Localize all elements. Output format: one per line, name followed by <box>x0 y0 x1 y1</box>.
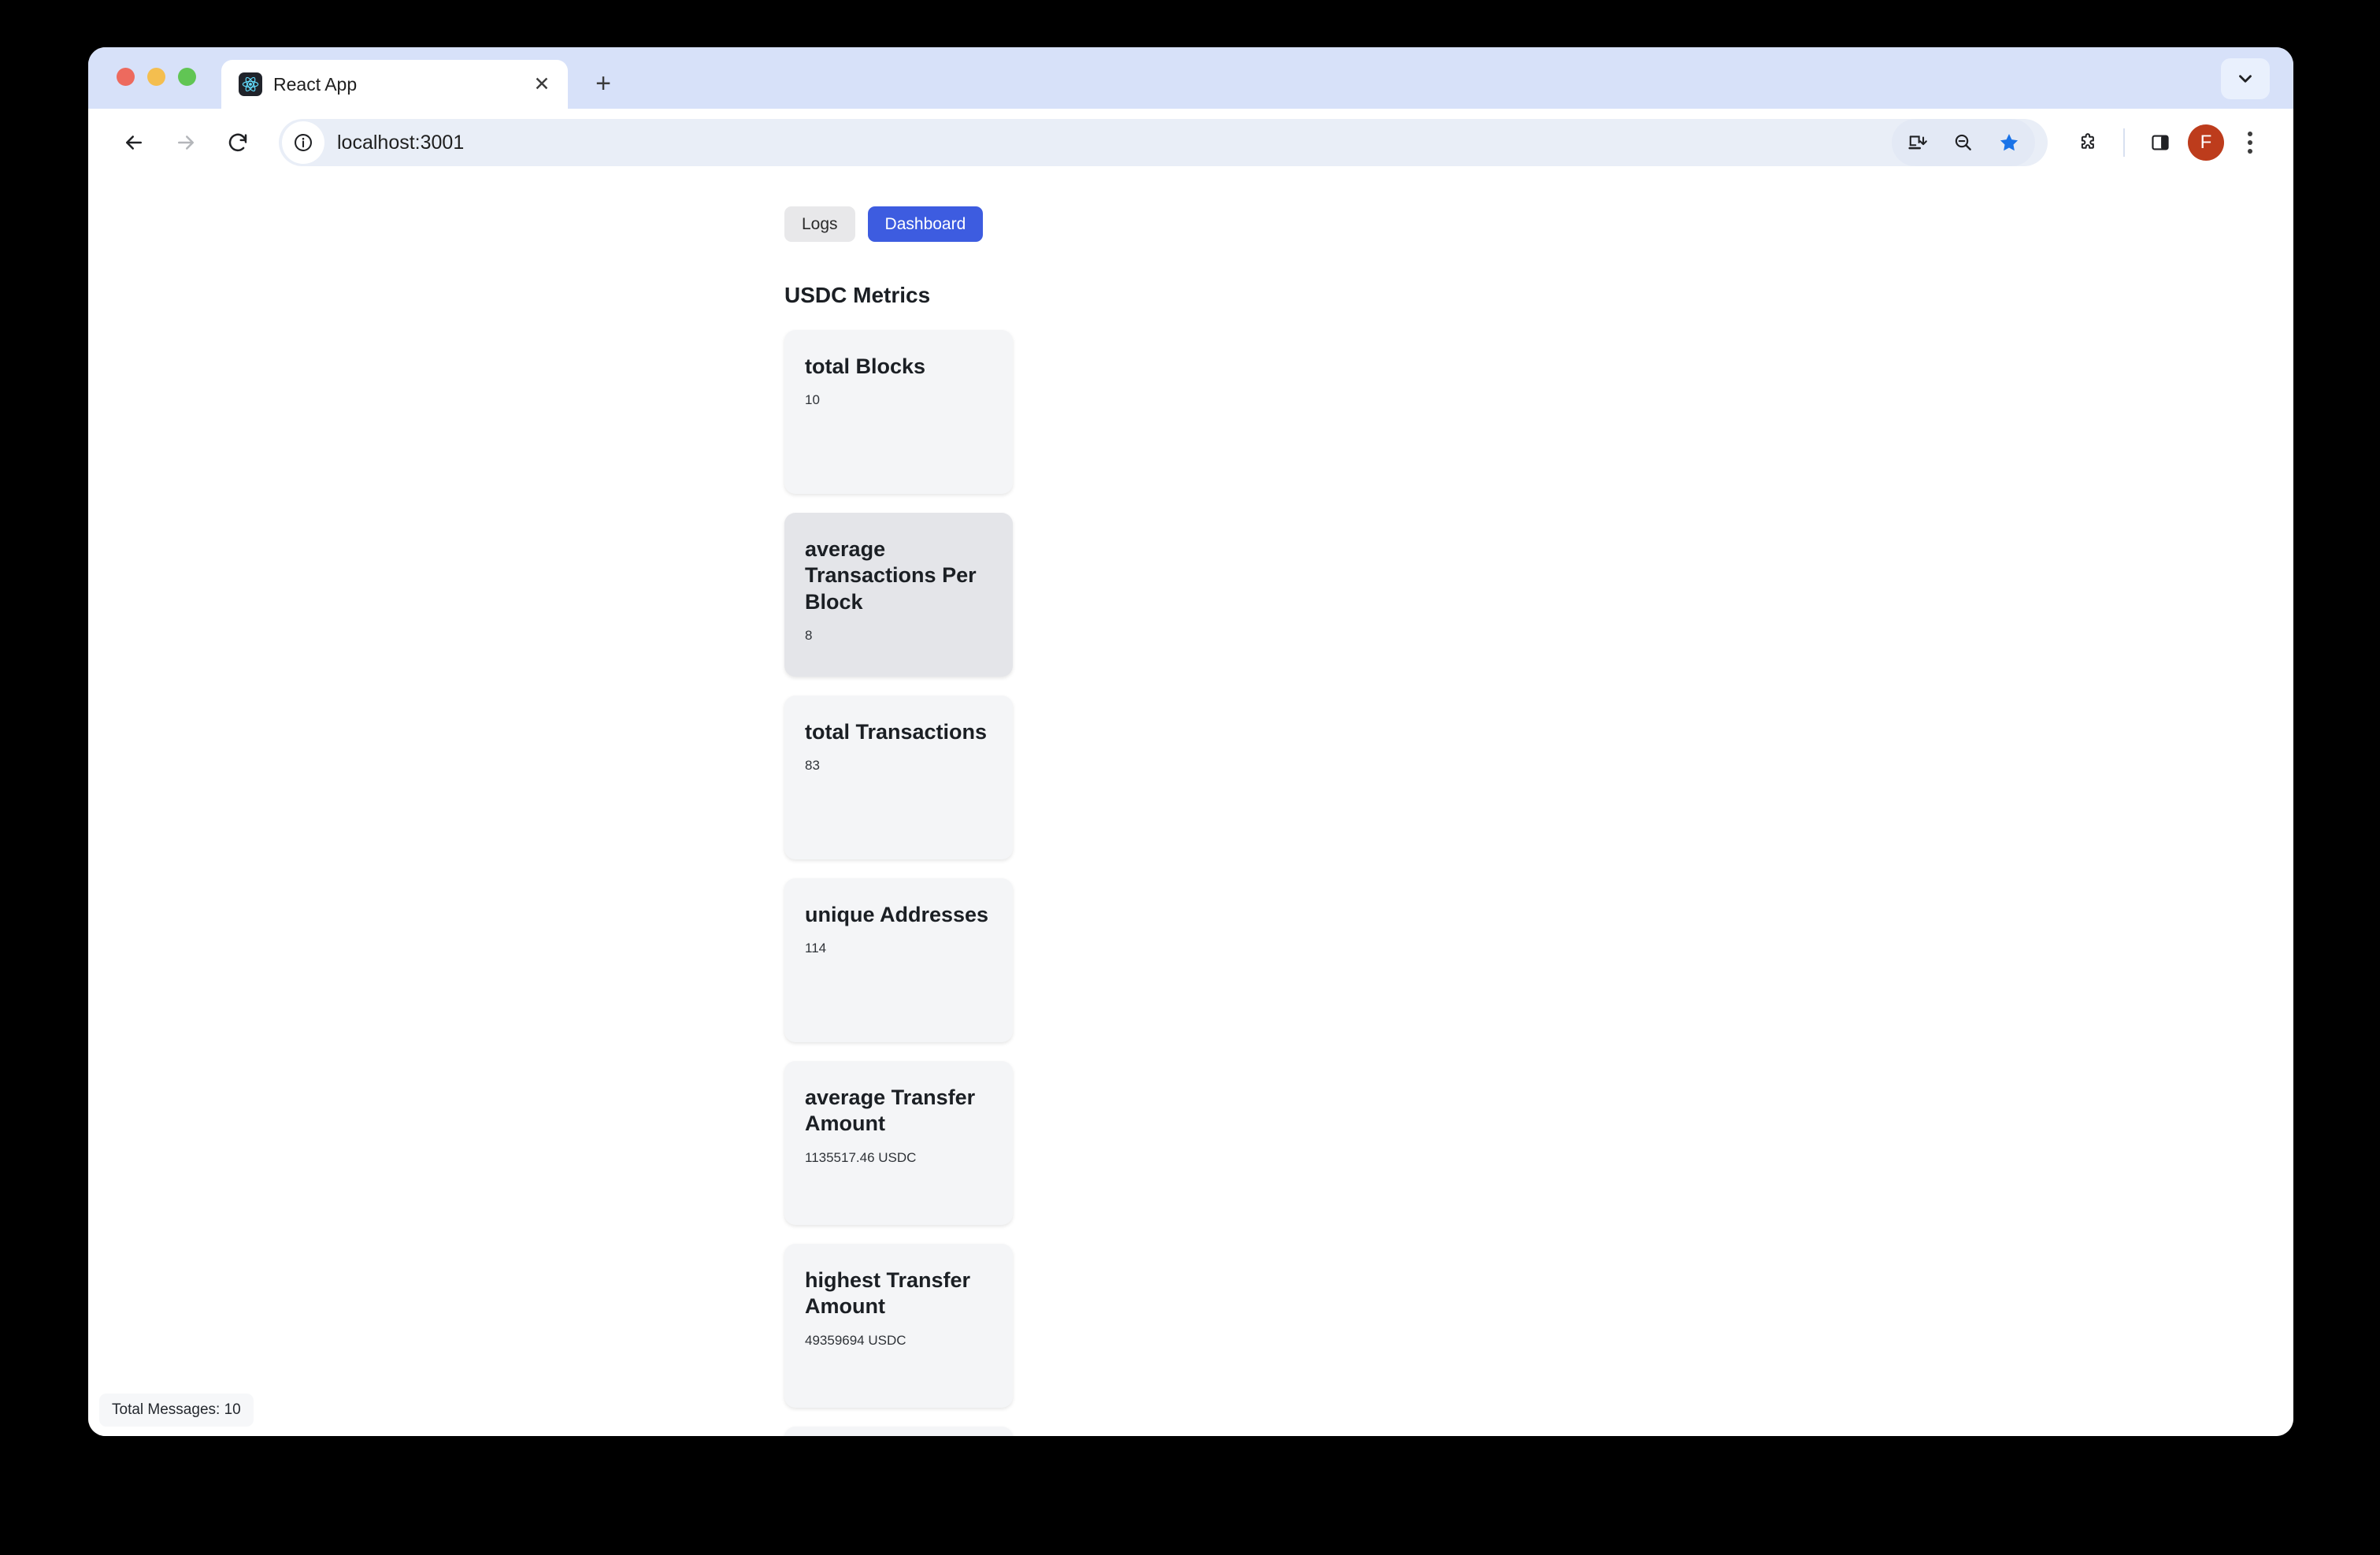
window-traffic-lights <box>117 47 196 109</box>
metric-card[interactable]: total Blocks 10 <box>784 330 1013 494</box>
avatar[interactable]: F <box>2188 124 2224 161</box>
metric-label: total Transactions <box>805 720 988 744</box>
install-app-icon[interactable] <box>1896 121 1939 164</box>
metric-card[interactable]: highest Transfer Amount 49359694 USDC <box>784 1244 1013 1408</box>
plus-icon[interactable]: + <box>582 62 625 105</box>
toolbar-divider <box>2123 128 2125 157</box>
zoom-out-icon[interactable] <box>1942 121 1985 164</box>
metric-label: highest Transfer Amount <box>805 1268 971 1319</box>
metric-label: average Transfer Amount <box>805 1086 976 1136</box>
browser-tab[interactable]: React App ✕ <box>221 60 568 109</box>
metric-value: 10 <box>805 392 820 408</box>
status-badge: Total Messages: 10 <box>99 1394 254 1427</box>
url-text: localhost:3001 <box>337 131 465 154</box>
star-filled-icon[interactable] <box>1988 121 2030 164</box>
tab-title: React App <box>273 73 358 95</box>
close-window-button[interactable] <box>117 67 135 86</box>
metric-card[interactable]: average Transfer Amount 1135517.46 USDC <box>784 1061 1013 1225</box>
tab-strip: React App ✕ + <box>88 47 2293 109</box>
metric-card[interactable]: total Transactions 83 <box>784 696 1013 859</box>
tab-logs[interactable]: Logs <box>784 206 855 242</box>
metric-card[interactable]: unique Addresses 114 <box>784 878 1013 1042</box>
close-icon[interactable]: ✕ <box>530 72 554 96</box>
info-circle-icon[interactable] <box>282 121 324 164</box>
toolbar-right-group: F <box>2067 121 2270 165</box>
side-panel-icon[interactable] <box>2139 121 2182 164</box>
react-logo-icon <box>239 72 262 96</box>
address-bar[interactable]: localhost:3001 <box>279 119 2048 166</box>
metric-value: 83 <box>805 758 820 774</box>
minimize-window-button[interactable] <box>147 67 165 86</box>
browser-toolbar: localhost:3001 F <box>88 109 2293 176</box>
page-title: USDC Metrics <box>784 283 931 307</box>
metric-value: 1135517.46 USDC <box>805 1149 917 1165</box>
metrics-grid: total Blocks 10 average Transactions Per… <box>88 330 1112 1436</box>
metric-card[interactable]: average Transactions Per Block 8 <box>784 513 1013 677</box>
reload-icon[interactable] <box>216 121 260 165</box>
metric-value: 49359694 USDC <box>805 1332 906 1348</box>
metric-card[interactable]: highest Fee 0.11 ETH <box>784 1427 1013 1436</box>
maximize-window-button[interactable] <box>178 67 196 86</box>
tab-dashboard[interactable]: Dashboard <box>867 206 984 242</box>
metric-label: average Transactions Per Block <box>805 537 977 614</box>
metric-value: 8 <box>805 628 813 644</box>
app-nav-buttons: Logs Dashboard <box>88 206 2293 242</box>
page-viewport: Logs Dashboard USDC Metrics total Blocks… <box>88 176 2293 1436</box>
back-arrow-icon[interactable] <box>112 121 156 165</box>
chevron-down-icon[interactable] <box>2221 58 2270 99</box>
metric-label: unique Addresses <box>805 903 989 926</box>
app-root: Logs Dashboard USDC Metrics total Blocks… <box>88 176 2293 1436</box>
metric-value: 114 <box>805 941 827 956</box>
omnibox-action-group <box>1892 119 2035 166</box>
metric-label: total Blocks <box>805 354 926 378</box>
forward-arrow-icon[interactable] <box>164 121 208 165</box>
three-dot-menu-icon[interactable] <box>2230 121 2270 165</box>
browser-window: React App ✕ + localhost:3001 F Logs Dash… <box>88 47 2293 1436</box>
puzzle-piece-icon[interactable] <box>2067 121 2109 164</box>
